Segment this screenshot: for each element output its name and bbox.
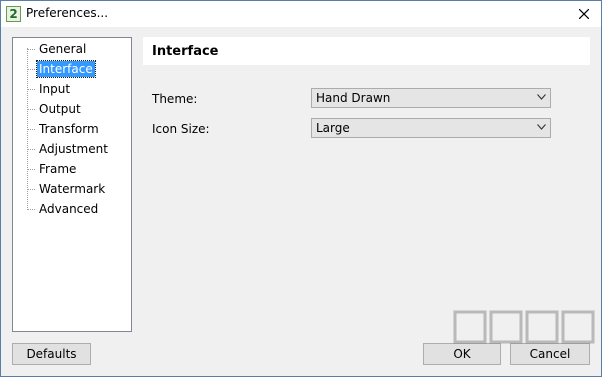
tree-item-label: Interface (36, 60, 96, 78)
title-bar[interactable]: 2 Preferences... (1, 1, 601, 27)
app-icon: 2 (6, 6, 21, 22)
icon-size-select[interactable]: Large (311, 118, 551, 138)
window-title: Preferences... (26, 6, 109, 20)
panel-title: Interface (152, 44, 219, 59)
tree-item-label: Frame (39, 162, 77, 176)
theme-select[interactable]: Hand Drawn (311, 88, 551, 108)
panel-header: Interface (143, 37, 590, 65)
chevron-down-icon (537, 124, 546, 130)
tree-item-label: Advanced (39, 202, 99, 216)
icon-size-select-value: Large (316, 121, 350, 135)
category-tree[interactable]: General Interface Input Output Transform… (12, 37, 132, 332)
theme-select-value: Hand Drawn (316, 91, 391, 105)
close-button[interactable] (567, 1, 601, 27)
icon-size-label: Icon Size: (152, 122, 210, 136)
close-icon (579, 9, 589, 19)
tree-item-label: General (39, 42, 87, 56)
tree-item-label: Transform (39, 122, 99, 136)
tree-item-label: Output (39, 102, 81, 116)
chevron-down-icon (537, 94, 546, 100)
defaults-button[interactable]: Defaults (12, 343, 91, 365)
tree-item-label: Input (39, 82, 71, 96)
preferences-dialog: 2 Preferences... General Interface Input… (0, 0, 602, 377)
theme-label: Theme: (152, 92, 198, 106)
tree-item-label: Adjustment (39, 142, 108, 156)
watermark-logo (453, 310, 595, 344)
tree-connector-line (27, 48, 28, 208)
tree-item-label: Watermark (39, 182, 106, 196)
